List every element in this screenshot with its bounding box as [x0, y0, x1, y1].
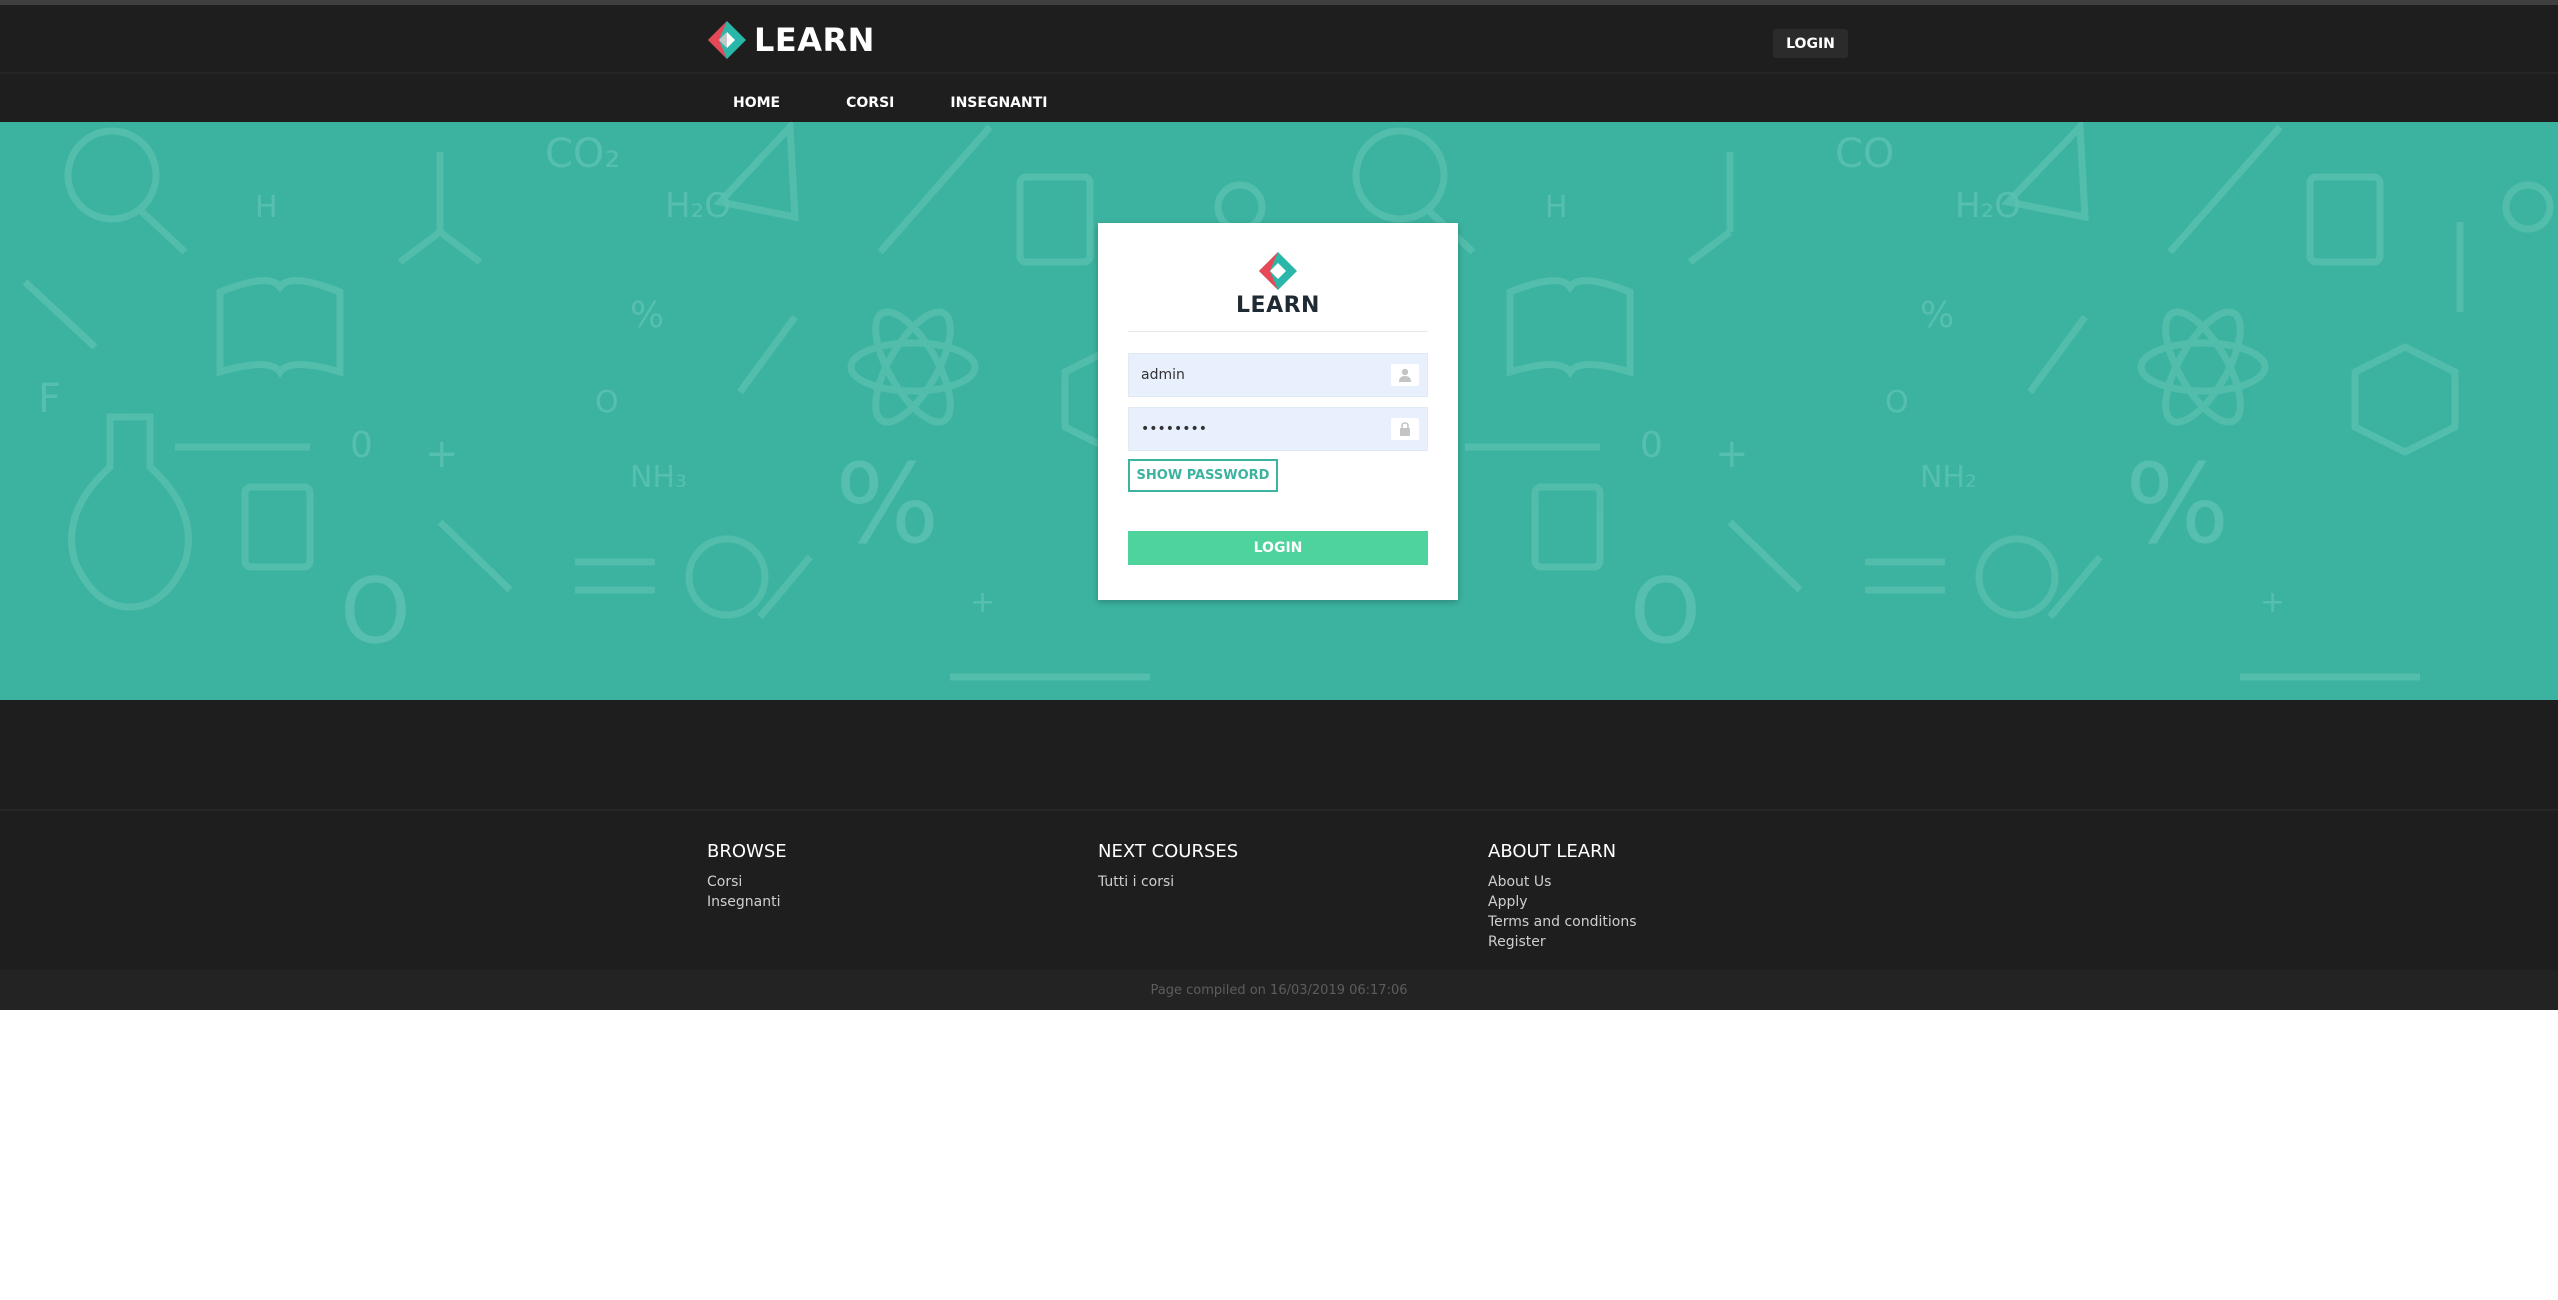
learn-logo-icon: [708, 21, 746, 59]
login-submit-button[interactable]: LOGIN: [1128, 531, 1428, 565]
site-logo[interactable]: LEARN: [707, 19, 875, 61]
doodle-zero-repeat: 0: [1640, 425, 1663, 466]
header-divider: [0, 72, 2558, 74]
doodle-percent-large: %: [835, 440, 940, 568]
learn-logo-icon: [1259, 252, 1297, 290]
footer-link-register[interactable]: Register: [1488, 932, 1637, 952]
user-icon: [1391, 364, 1419, 386]
doodle-percent-small-repeat: %: [1920, 295, 1954, 336]
card-logo: LEARN: [1098, 251, 1458, 318]
footer-link-corsi[interactable]: Corsi: [707, 872, 787, 892]
doodle-plus-small-repeat: +: [2260, 585, 2285, 620]
doodle-nh3: NH₃: [630, 460, 687, 495]
doodle-percent-large-repeat: %: [2125, 440, 2230, 568]
footer-top-band: [0, 700, 2558, 809]
doodle-plus: +: [425, 431, 459, 477]
footer-link-apply[interactable]: Apply: [1488, 892, 1637, 912]
site-footer: BROWSE Corsi Insegnanti NEXT COURSES Tut…: [0, 811, 2558, 970]
doodle-o2: O: [340, 559, 411, 664]
header-login-button[interactable]: LOGIN: [1773, 29, 1848, 58]
doodle-h-repeat: H: [1545, 190, 1568, 225]
nav-corsi[interactable]: CORSI: [846, 95, 894, 111]
show-password-button[interactable]: SHOW PASSWORD: [1128, 459, 1278, 492]
footer-link-terms[interactable]: Terms and conditions: [1488, 912, 1637, 932]
footer-link-tutti-i-corsi[interactable]: Tutti i corsi: [1098, 872, 1238, 892]
nav-insegnanti[interactable]: INSEGNANTI: [950, 95, 1047, 111]
logo-text: LEARN: [754, 21, 875, 59]
doodle-percent-small: %: [630, 295, 664, 336]
footer-col-next-courses: NEXT COURSES Tutti i corsi: [1098, 841, 1238, 892]
username-field: [1128, 353, 1428, 397]
doodle-o: O: [595, 385, 619, 420]
doodle-zero: 0: [350, 425, 373, 466]
doodle-h2o-repeat: H₂O: [1955, 186, 2021, 226]
footer-heading-browse: BROWSE: [707, 841, 787, 862]
doodle-o-repeat: O: [1885, 385, 1909, 420]
doodle-h: H: [255, 190, 278, 225]
footer-col-about: ABOUT LEARN About Us Apply Terms and con…: [1488, 841, 1637, 952]
card-logo-text: LEARN: [1236, 293, 1320, 318]
footer-bottom-bar: Page compiled on 16/03/2019 06:17:06: [0, 970, 2558, 1010]
site-header: LEARN LOGIN HOME CORSI INSEGNANTI: [0, 5, 2558, 122]
doodle-co2-repeat: CO: [1835, 131, 1894, 177]
footer-link-insegnanti[interactable]: Insegnanti: [707, 892, 787, 912]
doodle-f: F: [38, 376, 61, 422]
compiled-timestamp: Page compiled on 16/03/2019 06:17:06: [1150, 982, 1408, 998]
password-field: [1128, 407, 1428, 451]
password-input[interactable]: [1129, 408, 1387, 450]
lock-icon: [1391, 418, 1419, 440]
doodle-plus-small: +: [970, 585, 995, 620]
footer-heading-next-courses: NEXT COURSES: [1098, 841, 1239, 862]
main-nav: HOME CORSI INSEGNANTI: [707, 85, 1113, 121]
username-input[interactable]: [1129, 354, 1387, 396]
doodle-o2-repeat: O: [1630, 559, 1701, 664]
footer-link-about-us[interactable]: About Us: [1488, 872, 1637, 892]
login-card: LEARN SHOW PASSWORD LOGIN: [1098, 223, 1458, 600]
doodle-h2o: H₂O: [665, 186, 731, 226]
doodle-plus-repeat: +: [1715, 431, 1749, 477]
nav-home[interactable]: HOME: [733, 95, 780, 111]
card-divider: [1128, 331, 1428, 332]
footer-heading-about: ABOUT LEARN: [1488, 841, 1617, 862]
doodle-co2: CO₂: [545, 131, 620, 177]
doodle-nh3-repeat: NH₂: [1920, 460, 1977, 495]
footer-col-browse: BROWSE Corsi Insegnanti: [707, 841, 787, 912]
